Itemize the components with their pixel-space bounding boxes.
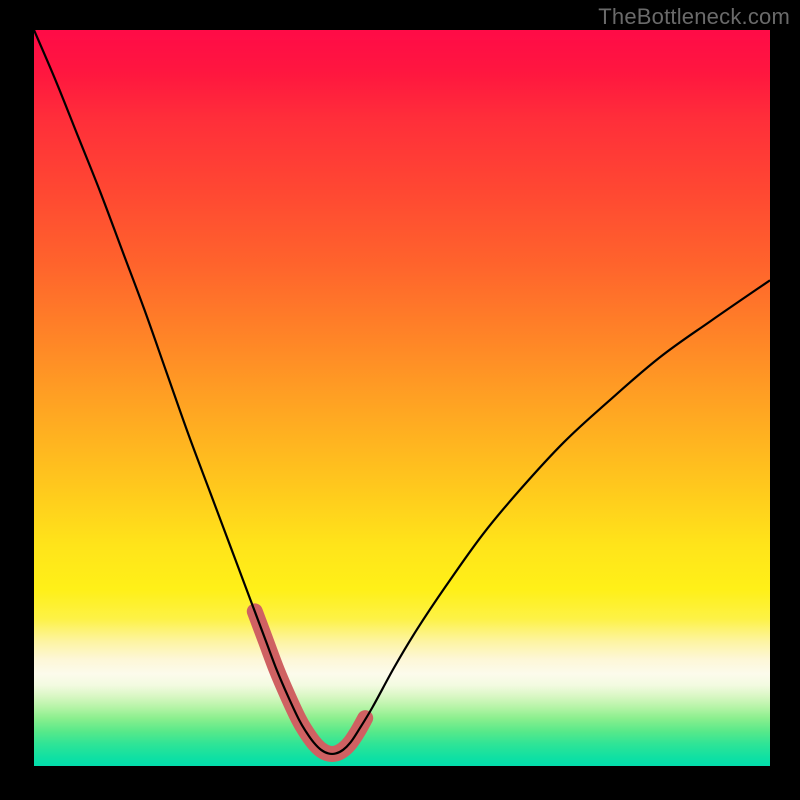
- bottleneck-curve-line: [34, 30, 770, 754]
- watermark-text: TheBottleneck.com: [598, 4, 790, 30]
- image-frame: TheBottleneck.com: [0, 0, 800, 800]
- chart-svg: [34, 30, 770, 766]
- highlight-blob-icon: [255, 611, 365, 754]
- plot-area: [34, 30, 770, 766]
